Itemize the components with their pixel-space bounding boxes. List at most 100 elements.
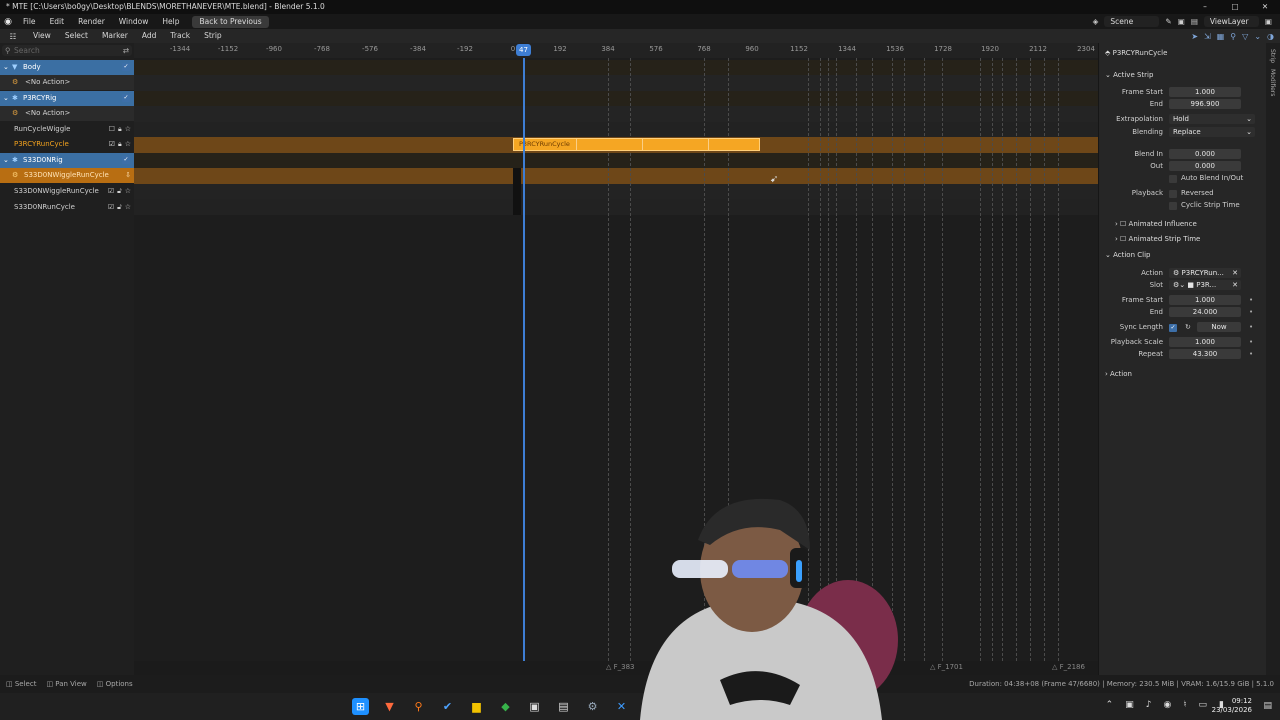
channel-search-input[interactable]: ⚲ Search ⇄ <box>2 45 132 56</box>
lock-icon[interactable]: 🔓︎ <box>117 200 122 215</box>
channel-action-s33d0nwiggleruncycle[interactable]: ⚙ S33D0NWiggleRunCycle ⇩ <box>0 168 134 183</box>
menu-help[interactable]: Help <box>155 14 186 29</box>
menu-render[interactable]: Render <box>71 14 112 29</box>
microphone-icon[interactable]: ♮ <box>1183 700 1186 710</box>
menu-file[interactable]: File <box>16 14 43 29</box>
filter-toggle-icon[interactable]: ⇄ <box>123 45 129 56</box>
marker-label[interactable]: △ F_2186 <box>1052 663 1085 671</box>
marker-bar[interactable]: △ F_383 △ F_1701 △ F_2186 <box>134 661 1098 675</box>
back-to-previous-button[interactable]: Back to Previous <box>192 15 269 28</box>
new-scene-icon[interactable]: ▣ <box>1178 17 1185 26</box>
editor-type-icon[interactable]: ☷ <box>0 32 26 41</box>
channel-object-body[interactable]: ⌄ ▼ Body ✓ <box>0 60 134 75</box>
speaker-icon[interactable]: ♪ <box>1146 700 1152 710</box>
menu-track[interactable]: Track <box>163 29 197 43</box>
checkbox-checked-icon[interactable]: ☑ <box>109 137 115 152</box>
expand-icon[interactable]: ⌄ <box>3 153 9 168</box>
menu-window[interactable]: Window <box>112 14 156 29</box>
channel-object-p3rcyrig[interactable]: ⌄ ✱ P3RCYRig ✓ <box>0 91 134 106</box>
funnel-icon[interactable]: ▽ <box>1242 32 1248 41</box>
channel-no-action[interactable]: ⚙ <No Action> <box>0 75 134 90</box>
scene-selector[interactable]: Scene <box>1104 16 1160 27</box>
subpanel-animated-strip-time[interactable]: › ☐ Animated Strip Time <box>1115 235 1200 243</box>
marker-label[interactable]: △ F_1701 <box>930 663 963 671</box>
pin-icon[interactable]: ✎ <box>1165 17 1171 26</box>
nla-strip-p3rcyruncycle[interactable]: P3RCYRunCycle <box>513 138 760 151</box>
maximize-button[interactable]: □ <box>1220 0 1250 14</box>
channel-track-runcyclewiggle[interactable]: RunCycleWiggle ☐ 🔒︎ ☆ <box>0 122 134 137</box>
expand-icon[interactable]: ⌄ <box>3 60 9 75</box>
menu-strip[interactable]: Strip <box>197 29 229 43</box>
view-layer-selector[interactable]: ViewLayer <box>1203 16 1259 27</box>
keyframe-dot-icon[interactable]: • <box>1249 323 1253 331</box>
playhead-line[interactable] <box>523 58 525 678</box>
chevron-down-icon[interactable]: ⌄ <box>1254 32 1261 41</box>
brave-browser-icon[interactable]: ▼ <box>381 698 398 715</box>
windows-start-icon[interactable]: ⊞ <box>352 698 369 715</box>
network-icon[interactable]: ◉ <box>1163 700 1171 710</box>
clock[interactable]: 09:12 23/03/2026 <box>1212 697 1252 715</box>
star-icon[interactable]: ☆ <box>125 200 131 215</box>
expand-icon[interactable]: ⌄ <box>3 91 9 106</box>
cyclic-strip-time-checkbox[interactable] <box>1169 202 1177 210</box>
search-app-icon[interactable]: ⚲ <box>410 698 427 715</box>
snapping-icon[interactable]: ◑ <box>1267 32 1274 41</box>
blending-dropdown[interactable]: Replace ⌄ <box>1169 127 1255 137</box>
checkbox-empty-icon[interactable]: ☐ <box>109 122 115 137</box>
menu-select[interactable]: Select <box>58 29 95 43</box>
close-button[interactable]: ✕ <box>1250 0 1280 14</box>
pointer-icon[interactable]: ➤ <box>1191 32 1198 41</box>
tab-strip[interactable]: Strip <box>1269 49 1276 63</box>
frame-end-field[interactable]: 996.900 <box>1169 99 1241 109</box>
checkbox-checked-icon[interactable]: ☑ <box>108 200 114 215</box>
tab-modifiers[interactable]: Modifiers <box>1269 69 1276 96</box>
close-icon[interactable]: ✕ <box>1232 280 1238 290</box>
keyframe-dot-icon[interactable]: • <box>1249 350 1253 358</box>
channel-object-s33d0nrig[interactable]: ⌄ ✱ S33D0NRig ✓ <box>0 153 134 168</box>
checkbox-icon[interactable]: ✓ <box>122 94 130 102</box>
chevron-up-icon[interactable]: ⌃ <box>1106 700 1114 710</box>
channel-no-action[interactable]: ⚙ <No Action> <box>0 106 134 121</box>
blender-logo-icon[interactable]: ◉ <box>0 17 16 27</box>
checkbox-icon[interactable]: ✓ <box>122 156 130 164</box>
lock-icon[interactable]: 🔓︎ <box>117 184 122 199</box>
gamepad-icon[interactable]: ◆ <box>497 698 514 715</box>
push-down-icon[interactable]: ⇩ <box>125 168 131 183</box>
sync-length-checkbox[interactable]: ✓ <box>1169 324 1177 332</box>
playback-scale-field[interactable]: 1.000 <box>1169 337 1241 347</box>
clip-frame-start-field[interactable]: 1.000 <box>1169 295 1241 305</box>
repeat-field[interactable]: 43.300 <box>1169 349 1241 359</box>
close-icon[interactable]: ✕ <box>1232 268 1238 278</box>
task-app-icon[interactable]: ▣ <box>526 698 543 715</box>
check-app-icon[interactable]: ✔ <box>439 698 456 715</box>
timeline-ruler[interactable]: -1344 -1152 -960 -768 -576 -384 -192 0 1… <box>134 43 1098 58</box>
sync-now-button[interactable]: Now <box>1197 322 1241 332</box>
display-icon[interactable]: ▭ <box>1199 700 1208 710</box>
checkbox-icon[interactable]: ✓ <box>122 63 130 71</box>
menu-add[interactable]: Add <box>135 29 164 43</box>
star-icon[interactable]: ☆ <box>125 184 131 199</box>
new-view-layer-icon[interactable]: ▣ <box>1265 17 1272 26</box>
keyframe-dot-icon[interactable]: • <box>1249 338 1253 346</box>
extrapolation-dropdown[interactable]: Hold ⌄ <box>1169 114 1255 124</box>
section-action[interactable]: › Action <box>1105 370 1132 378</box>
settings-app-icon[interactable]: ⚙ <box>584 698 601 715</box>
terminal-icon[interactable]: ▤ <box>555 698 572 715</box>
blend-out-field[interactable]: 0.000 <box>1169 161 1241 171</box>
blend-in-field[interactable]: 0.000 <box>1169 149 1241 159</box>
section-action-clip[interactable]: ⌄ Action Clip <box>1105 251 1150 259</box>
arrow-icon[interactable]: ⇲ <box>1204 32 1211 41</box>
keyframe-dot-icon[interactable]: • <box>1249 308 1253 316</box>
app-tray-icon[interactable]: ▣ <box>1125 700 1134 710</box>
menu-edit[interactable]: Edit <box>43 14 72 29</box>
minimize-button[interactable]: – <box>1190 0 1220 14</box>
keyframe-dot-icon[interactable]: • <box>1249 296 1253 304</box>
menu-marker[interactable]: Marker <box>95 29 135 43</box>
lock-icon[interactable]: 🔒︎ <box>118 137 122 152</box>
channel-track-s33d0nruncycle[interactable]: S33D0NRunCycle ☑ 🔓︎ ☆ <box>0 200 134 215</box>
lock-icon[interactable]: 🔒︎ <box>118 122 122 137</box>
file-explorer-icon[interactable]: ▆ <box>468 698 485 715</box>
notification-icon[interactable]: ▤ <box>1263 701 1272 711</box>
star-icon[interactable]: ☆ <box>125 122 131 137</box>
grid-icon[interactable]: ▦ <box>1217 32 1225 41</box>
